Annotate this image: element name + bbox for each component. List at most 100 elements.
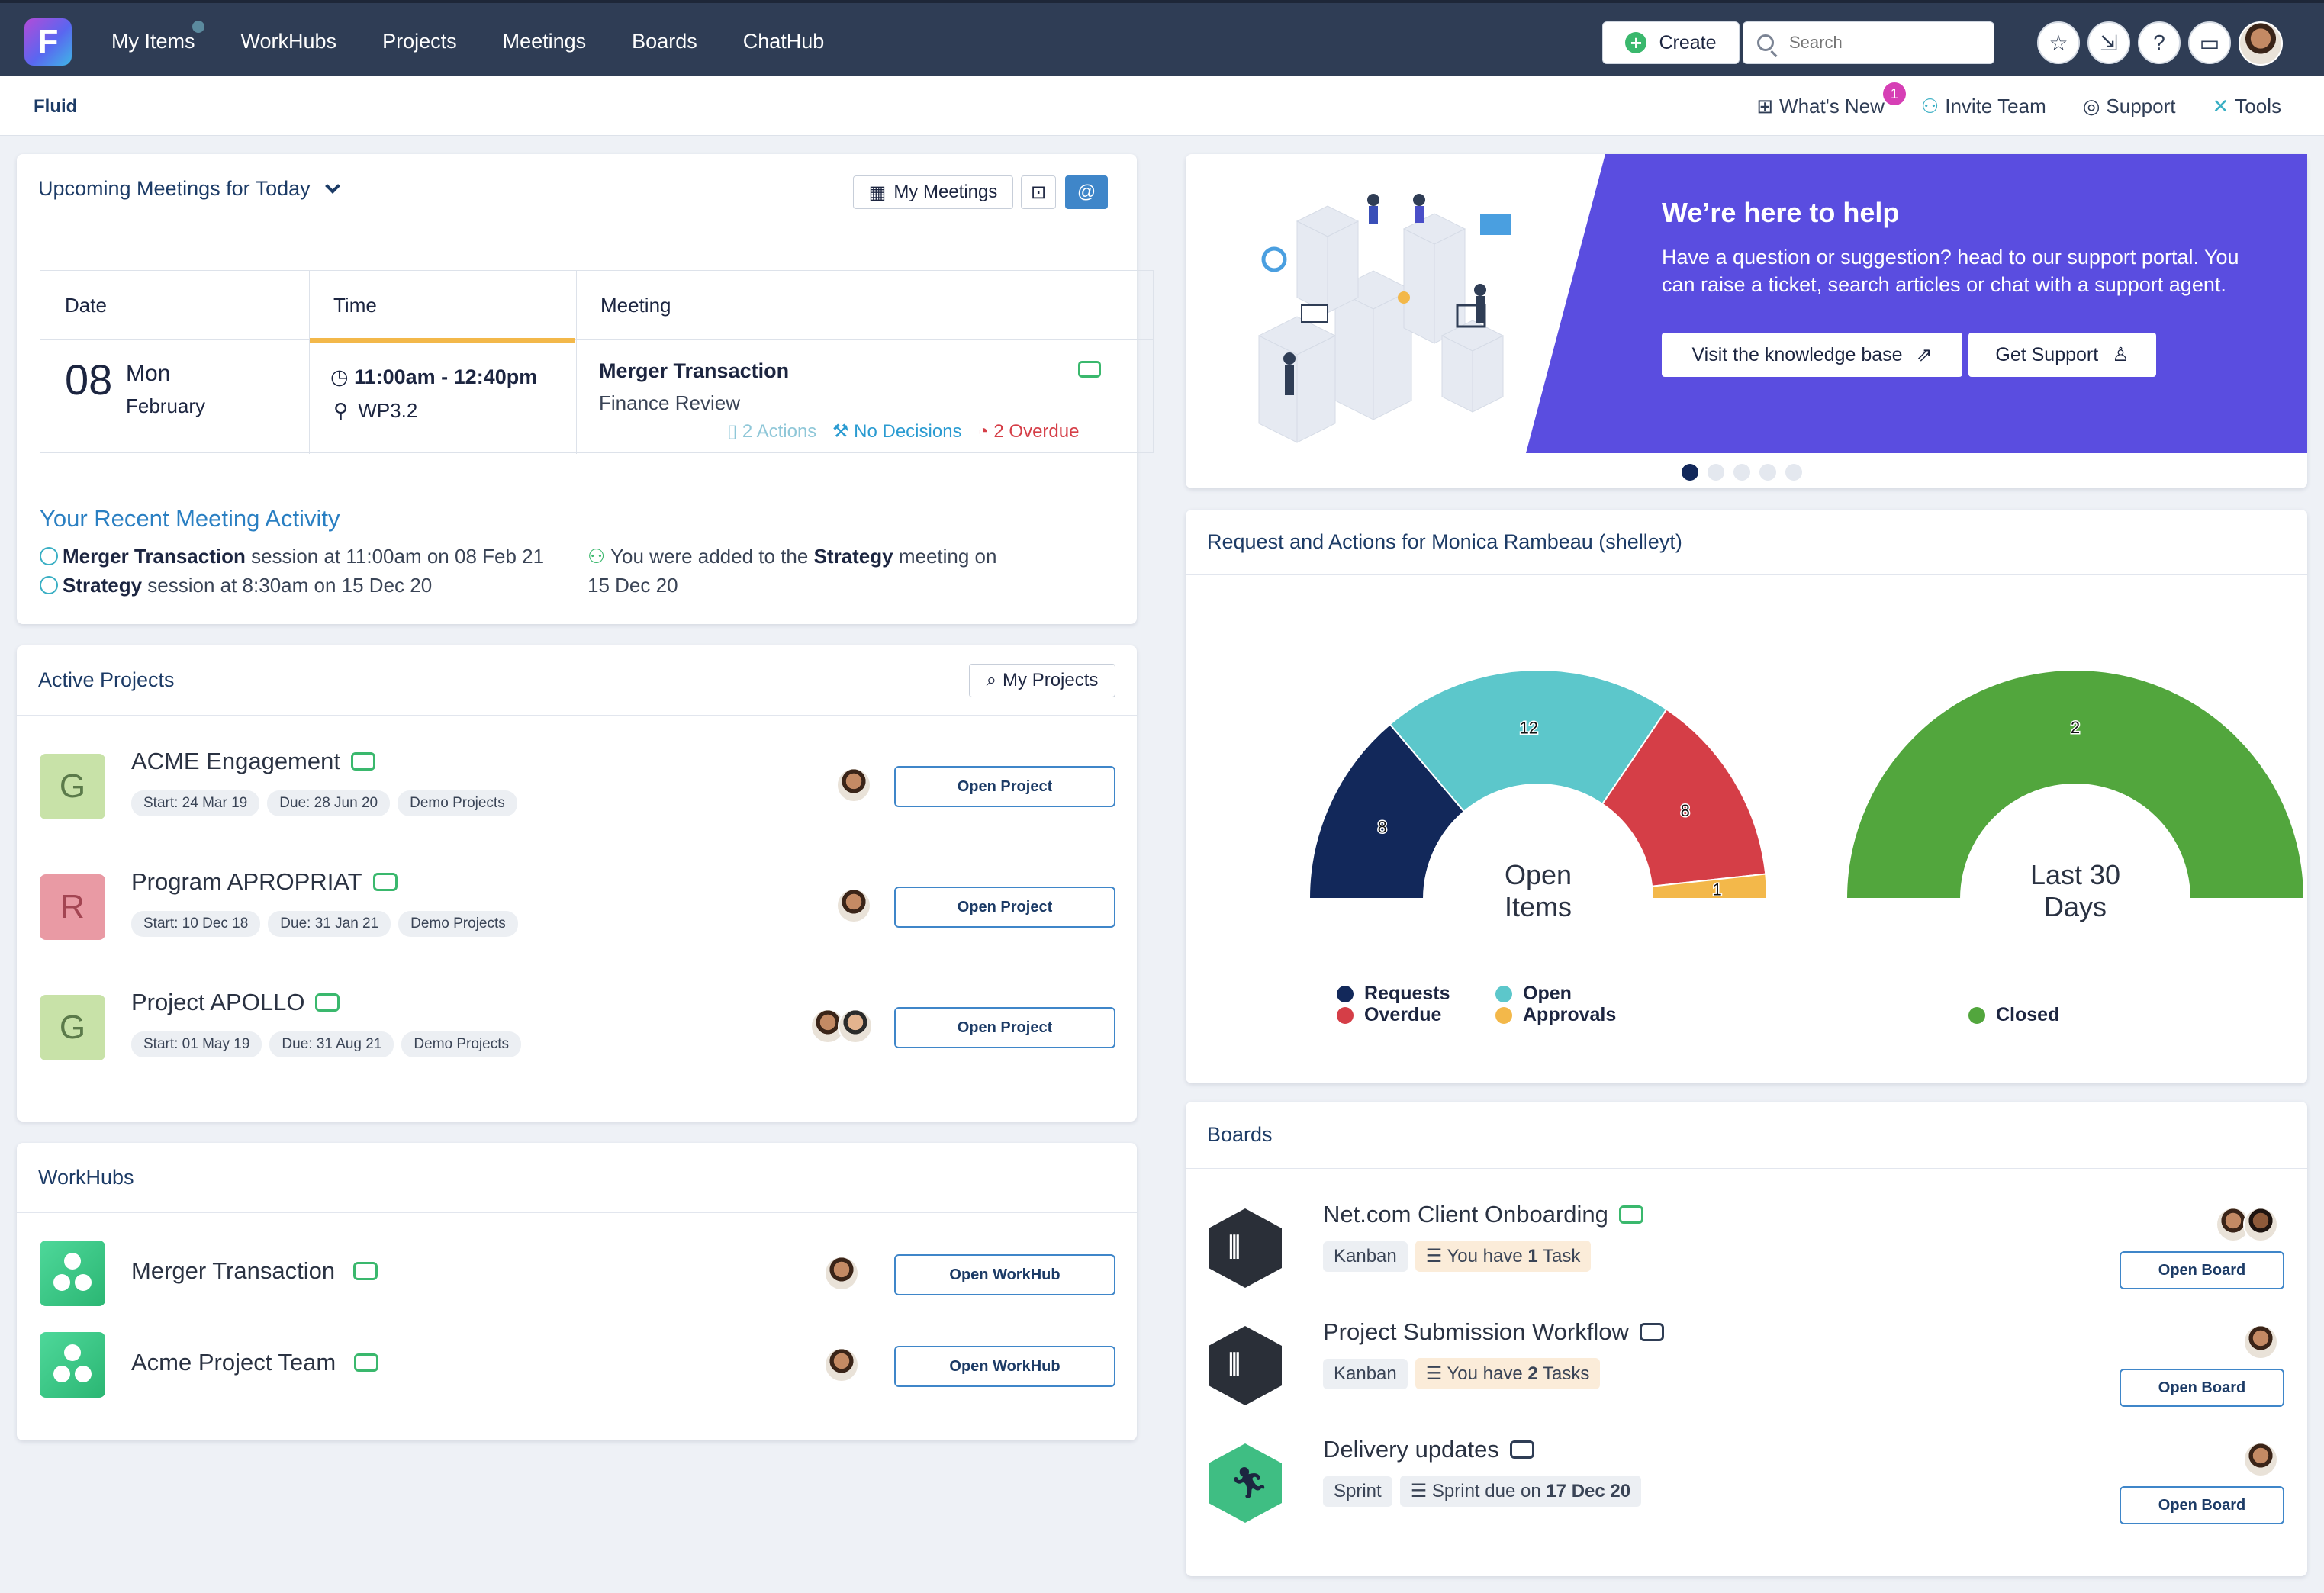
exit-icon[interactable]: ⇲ xyxy=(2087,21,2130,64)
board-tags: Kanban ☰ You have 1 Task xyxy=(1323,1241,1598,1272)
project-name[interactable]: Project APOLLO xyxy=(131,989,340,1016)
support-link[interactable]: ◎ Support xyxy=(2083,95,2176,118)
chevron-down-icon[interactable] xyxy=(324,178,340,194)
banner-text-line: can raise a ticket, search articles or c… xyxy=(1662,273,2226,296)
project-avatar: R xyxy=(40,874,105,940)
search-input[interactable] xyxy=(1789,33,1972,53)
member-avatar[interactable] xyxy=(824,1256,859,1291)
project-name[interactable]: Program APROPRIAT xyxy=(131,868,398,896)
workhub-row: Merger Transaction Open WorkHub xyxy=(17,1241,1154,1347)
carousel-dot[interactable] xyxy=(1733,464,1750,481)
chat-icon[interactable] xyxy=(372,873,398,891)
donut-center-label: Items xyxy=(1504,891,1572,922)
chat-icon[interactable] xyxy=(354,1353,379,1372)
my-projects-button[interactable]: ⌕ My Projects xyxy=(969,664,1115,697)
chat-icon[interactable] xyxy=(1639,1323,1664,1341)
group-tag: Demo Projects xyxy=(398,790,517,816)
chat-icon[interactable] xyxy=(353,1262,378,1280)
carousel-dot-active[interactable] xyxy=(1682,464,1698,481)
open-project-button[interactable]: Open Project xyxy=(894,1007,1115,1048)
meeting-name[interactable]: Merger Transaction xyxy=(599,359,789,383)
overdue-count[interactable]: ◔ 2 Overdue xyxy=(977,421,1079,442)
sub-toolbar: Fluid ⊞ What's New 1 ⚇ Invite Team ◎ Support… xyxy=(0,76,2324,136)
member-avatar[interactable] xyxy=(836,888,871,923)
invite-team-link[interactable]: ⚇ Invite Team xyxy=(1921,95,2046,118)
knowledge-base-button[interactable]: Visit the knowledge base ⇗ xyxy=(1662,333,1962,377)
gavel-icon: ⚒ xyxy=(832,421,849,442)
activity-item[interactable]: Merger Transaction session at 11:00am on… xyxy=(40,545,544,568)
actions-count[interactable]: ▯ 2 Actions xyxy=(727,421,816,442)
member-avatar[interactable] xyxy=(836,768,871,803)
create-button[interactable]: + Create xyxy=(1602,21,1740,64)
project-name[interactable]: ACME Engagement xyxy=(131,748,375,775)
chat-icon[interactable] xyxy=(1618,1205,1643,1224)
nav-my-items[interactable]: My Items xyxy=(111,18,206,53)
legend-approvals[interactable]: Approvals xyxy=(1495,1004,1616,1026)
legend-closed[interactable]: Closed xyxy=(1968,1004,2059,1026)
carousel-dot[interactable] xyxy=(1759,464,1776,481)
open-board-button[interactable]: Open Board xyxy=(2120,1369,2284,1407)
user-avatar[interactable] xyxy=(2239,21,2283,66)
get-support-button[interactable]: Get Support ♙ xyxy=(1968,333,2156,377)
member-avatar[interactable] xyxy=(824,1347,859,1382)
nav-projects[interactable]: Projects xyxy=(382,30,457,53)
tools-link[interactable]: ✕ Tools xyxy=(2213,95,2282,118)
member-avatar[interactable] xyxy=(2243,1207,2278,1242)
board-name[interactable]: Delivery updates xyxy=(1323,1436,1534,1463)
recent-activity-title: Your Recent Meeting Activity xyxy=(40,505,340,532)
chat-icon[interactable] xyxy=(1509,1440,1534,1459)
donut-value-label: 12 xyxy=(1520,718,1538,737)
workhub-name[interactable]: Acme Project Team xyxy=(131,1349,379,1376)
time-progress-bar xyxy=(310,338,575,343)
tools-icon: ✕ xyxy=(2212,94,2229,117)
workspace-name[interactable]: Fluid xyxy=(34,96,77,117)
activity-item[interactable]: Strategy session at 8:30am on 15 Dec 20 xyxy=(40,574,432,597)
open-workhub-button[interactable]: Open WorkHub xyxy=(894,1346,1115,1387)
chat-icon[interactable]: ▭ xyxy=(2188,21,2231,64)
carousel-dot[interactable] xyxy=(1708,464,1724,481)
whats-new-link[interactable]: ⊞ What's New 1 xyxy=(1756,82,1906,118)
carousel-dot[interactable] xyxy=(1785,464,1802,481)
legend-overdue[interactable]: Overdue xyxy=(1337,1004,1441,1026)
decisions-count[interactable]: ⚒ No Decisions xyxy=(832,421,962,442)
nav-icon-group: ☆ ⇲ ? ▭ xyxy=(2037,21,2283,66)
banner-title: We’re here to help xyxy=(1662,197,1900,228)
board-row: ⫼ Project Submission Workflow Kanban ☰ Yo… xyxy=(1186,1315,2322,1422)
mention-button[interactable]: @ xyxy=(1065,175,1108,209)
app-logo[interactable]: F xyxy=(24,18,72,66)
present-button[interactable]: ⊡ xyxy=(1021,175,1056,209)
meeting-time: ◷ 11:00am - 12:40pm xyxy=(330,365,538,388)
workhub-name[interactable]: Merger Transaction xyxy=(131,1257,378,1285)
column-header-meeting: Meeting xyxy=(576,271,1153,340)
open-project-button[interactable]: Open Project xyxy=(894,766,1115,807)
nav-boards[interactable]: Boards xyxy=(632,30,697,53)
open-workhub-button[interactable]: Open WorkHub xyxy=(894,1254,1115,1295)
location-pin-icon: ⚲ xyxy=(333,399,349,422)
card-title: WorkHubs xyxy=(38,1166,134,1189)
open-board-button[interactable]: Open Board xyxy=(2120,1251,2284,1289)
board-name[interactable]: Project Submission Workflow xyxy=(1323,1318,1664,1346)
check-circle-icon xyxy=(40,547,58,565)
search-box[interactable] xyxy=(1743,21,1994,64)
nav-workhubs[interactable]: WorkHubs xyxy=(241,30,337,53)
member-avatar[interactable] xyxy=(2243,1442,2278,1477)
open-board-button[interactable]: Open Board xyxy=(2120,1486,2284,1524)
nav-meetings[interactable]: Meetings xyxy=(503,30,587,53)
member-avatar[interactable] xyxy=(838,1009,873,1044)
member-avatar[interactable] xyxy=(2243,1324,2278,1360)
chat-icon[interactable] xyxy=(350,752,375,771)
chat-icon[interactable] xyxy=(315,993,340,1012)
star-icon[interactable]: ☆ xyxy=(2037,21,2080,64)
support-agent-icon: ♙ xyxy=(2112,344,2129,365)
meeting-chat-icon[interactable] xyxy=(1078,361,1101,378)
nav-chathub[interactable]: ChatHub xyxy=(743,30,825,53)
my-meetings-button[interactable]: ▦ My Meetings xyxy=(853,175,1013,209)
legend-open[interactable]: Open xyxy=(1495,983,1572,1005)
legend-requests[interactable]: Requests xyxy=(1337,983,1450,1005)
board-name[interactable]: Net.com Client Onboarding xyxy=(1323,1201,1643,1228)
open-project-button[interactable]: Open Project xyxy=(894,887,1115,928)
help-icon[interactable]: ? xyxy=(2138,21,2181,64)
requests-actions-card: Request and Actions for Monica Rambeau (… xyxy=(1186,510,2307,1083)
card-title: Boards xyxy=(1207,1123,1273,1146)
activity-item[interactable]: ⚇ You were added to the Strategy meeting… xyxy=(587,545,996,568)
